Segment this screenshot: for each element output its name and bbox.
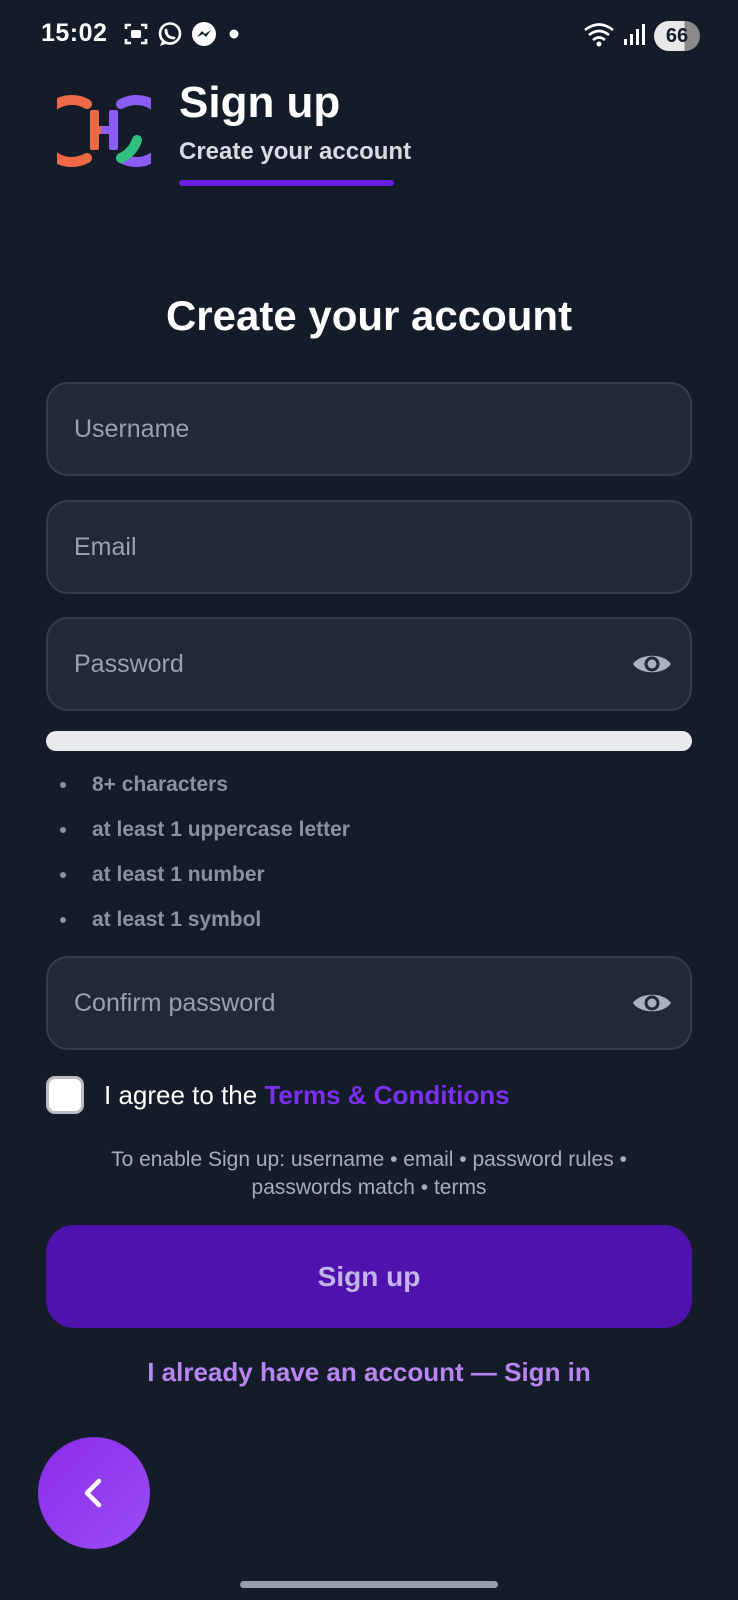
signup-button[interactable]: Sign up [46, 1225, 692, 1328]
messenger-icon [190, 20, 218, 53]
eye-icon [633, 655, 671, 673]
password-rule-text: 8+ characters [92, 773, 229, 796]
wifi-icon [582, 20, 616, 53]
password-strength-bar [46, 731, 692, 751]
password-input[interactable] [74, 619, 634, 709]
terms-checkbox[interactable] [46, 1076, 84, 1114]
header-underline [179, 180, 394, 186]
notification-icons [122, 20, 244, 53]
app-header: Sign up Create your account [0, 72, 738, 202]
username-input[interactable] [74, 384, 634, 474]
terms-row: I agree to the Terms & Conditions [46, 1075, 510, 1115]
username-field[interactable] [46, 382, 692, 476]
password-rule: at least 1 uppercase letter [58, 813, 350, 858]
eye-icon [633, 994, 671, 1012]
password-visibility-toggle[interactable] [630, 644, 674, 684]
signup-hint: To enable Sign up: username • email • pa… [111, 1148, 627, 1199]
system-icons: 66 [582, 20, 700, 52]
app-logo [35, 82, 173, 176]
terms-link[interactable]: Terms & Conditions [264, 1080, 509, 1110]
confirm-password-field[interactable] [46, 956, 692, 1050]
password-rule: at least 1 number [58, 858, 350, 903]
bullet-icon [60, 872, 66, 878]
bullet-icon [60, 827, 66, 833]
home-indicator[interactable] [240, 1581, 498, 1588]
signin-link[interactable]: I already have an account — Sign in [0, 1357, 738, 1388]
bullet-icon [60, 917, 66, 923]
page-title: Sign up [179, 78, 341, 127]
password-rule: at least 1 symbol [58, 903, 350, 948]
email-field[interactable] [46, 500, 692, 594]
password-field[interactable] [46, 617, 692, 711]
password-rule: 8+ characters [58, 768, 350, 813]
back-button[interactable] [38, 1437, 150, 1549]
bullet-icon [60, 782, 66, 788]
password-rule-text: at least 1 symbol [92, 908, 262, 931]
password-rules: 8+ characters at least 1 uppercase letter… [58, 768, 350, 948]
screenshot-icon [122, 20, 150, 53]
battery-icon: 66 [654, 21, 700, 51]
dot-icon [224, 20, 244, 53]
confirm-visibility-toggle[interactable] [630, 983, 674, 1023]
chevron-left-icon [84, 1478, 102, 1508]
email-input[interactable] [74, 502, 634, 592]
terms-prefix: I agree to the [104, 1079, 265, 1110]
page-subtitle: Create your account [179, 138, 412, 165]
confirm-password-input[interactable] [74, 958, 634, 1048]
status-bar: 15:02 66 [0, 0, 738, 72]
password-rule-text: at least 1 number [92, 863, 265, 886]
whatsapp-icon [156, 20, 184, 53]
status-time: 15:02 [41, 19, 108, 47]
form-title: Create your account [165, 292, 573, 339]
terms-label: I agree to the Terms & Conditions [104, 1080, 510, 1111]
password-rule-text: at least 1 uppercase letter [92, 818, 350, 841]
signal-icon [622, 20, 648, 53]
